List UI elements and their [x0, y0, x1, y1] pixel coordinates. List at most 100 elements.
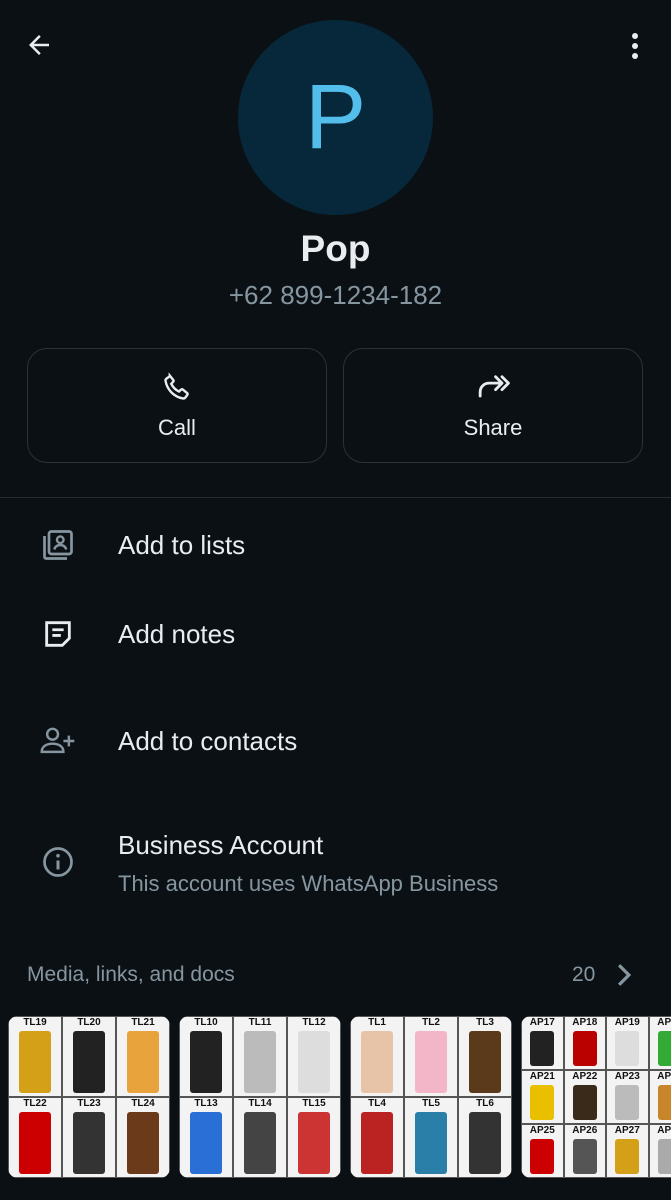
- product-image: [530, 1139, 555, 1174]
- product-code: TL20: [77, 1017, 101, 1028]
- product-cell: TL19: [8, 1016, 62, 1097]
- product-code: AP20: [657, 1017, 671, 1028]
- product-code: AP25: [529, 1125, 555, 1136]
- product-code: TL22: [23, 1098, 47, 1109]
- product-code: TL23: [77, 1098, 101, 1109]
- product-code: TL10: [194, 1017, 218, 1028]
- info-icon: [38, 842, 78, 882]
- lists-icon: [38, 525, 78, 565]
- product-cell: AP18: [563, 1016, 606, 1070]
- product-image: [469, 1112, 501, 1174]
- product-cell: AP22: [563, 1070, 606, 1124]
- avatar-initial: P: [304, 66, 367, 168]
- share-label: Share: [463, 414, 523, 440]
- product-image: [415, 1031, 447, 1093]
- avatar[interactable]: P: [238, 20, 433, 215]
- product-image: [657, 1139, 671, 1174]
- add-to-lists-row[interactable]: Add to lists: [0, 515, 671, 575]
- product-image: [415, 1112, 447, 1174]
- product-image: [298, 1112, 330, 1174]
- product-code: TL5: [422, 1098, 440, 1109]
- product-cell: TL21: [116, 1016, 170, 1097]
- add-to-lists-label: Add to lists: [118, 529, 246, 560]
- phone-icon: [164, 371, 189, 400]
- product-image: [190, 1112, 222, 1174]
- divider: [0, 497, 671, 498]
- product-code: TL4: [368, 1098, 386, 1109]
- media-section-title[interactable]: Media, links, and docs: [27, 963, 235, 987]
- product-image: [572, 1031, 597, 1066]
- product-cell: AP17: [521, 1016, 564, 1070]
- product-cell: TL3: [458, 1016, 512, 1097]
- media-thumbnail-3[interactable]: TL1 TL2 TL3 TL4 TL5 TL6: [350, 1016, 512, 1178]
- product-cell: TL20: [62, 1016, 116, 1097]
- product-code: TL24: [131, 1098, 155, 1109]
- product-code: TL6: [476, 1098, 494, 1109]
- add-to-contacts-row[interactable]: Add to contacts: [0, 711, 671, 771]
- contact-phone: +62 899-1234-182: [228, 280, 443, 310]
- business-account-sublabel: This account uses WhatsApp Business: [118, 871, 499, 896]
- product-code: AP28: [657, 1125, 671, 1136]
- product-cell: TL4: [350, 1097, 404, 1178]
- product-cell: TL14: [233, 1097, 287, 1178]
- add-to-contacts-label: Add to contacts: [118, 725, 298, 756]
- product-image: [615, 1031, 640, 1066]
- business-account-label: Business Account: [118, 830, 324, 860]
- product-code: TL3: [476, 1017, 494, 1028]
- product-image: [73, 1112, 105, 1174]
- product-code: AP23: [614, 1071, 640, 1082]
- product-cell: TL10: [179, 1016, 233, 1097]
- product-cell: TL13: [179, 1097, 233, 1178]
- product-code: AP22: [572, 1071, 598, 1082]
- product-cell: TL5: [404, 1097, 458, 1178]
- product-code: TL2: [422, 1017, 440, 1028]
- product-cell: TL22: [8, 1097, 62, 1178]
- product-cell: AP27: [606, 1124, 649, 1178]
- media-count[interactable]: 20: [572, 963, 595, 987]
- product-image: [469, 1031, 501, 1093]
- product-image: [190, 1031, 222, 1093]
- media-thumbnail-2[interactable]: TL10 TL11 TL12 TL13 TL14 TL15: [179, 1016, 341, 1178]
- call-label: Call: [158, 414, 196, 440]
- product-cell: TL1: [350, 1016, 404, 1097]
- more-options-button[interactable]: [618, 28, 652, 64]
- product-image: [19, 1112, 51, 1174]
- call-button[interactable]: Call: [27, 348, 327, 463]
- product-code: AP19: [614, 1017, 640, 1028]
- product-cell: TL12: [287, 1016, 341, 1097]
- product-image: [615, 1139, 640, 1174]
- product-cell: AP23: [606, 1070, 649, 1124]
- business-account-row[interactable]: Business Account This account uses Whats…: [0, 822, 671, 902]
- product-image: [127, 1112, 159, 1174]
- product-code: TL12: [302, 1017, 326, 1028]
- share-arrow-icon: [478, 374, 510, 397]
- product-cell: TL6: [458, 1097, 512, 1178]
- product-image: [615, 1085, 640, 1120]
- product-code: AP26: [572, 1125, 598, 1136]
- share-button[interactable]: Share: [343, 348, 643, 463]
- back-button[interactable]: [22, 28, 56, 62]
- product-code: TL15: [302, 1098, 326, 1109]
- media-thumbnail-4[interactable]: AP17 AP18 AP19 AP20 AP21 AP22 AP23 AP24 AP25 AP26…: [521, 1016, 671, 1178]
- notes-icon: [38, 614, 78, 654]
- add-notes-row[interactable]: Add notes: [0, 604, 671, 664]
- chevron-right-icon[interactable]: [614, 962, 634, 993]
- product-image: [657, 1031, 671, 1066]
- product-image: [244, 1112, 276, 1174]
- more-vert-icon: [632, 33, 638, 59]
- product-image: [73, 1031, 105, 1093]
- media-thumbnail-1[interactable]: TL19 TL20 TL21 TL22 TL23 TL24: [8, 1016, 170, 1178]
- product-cell: AP21: [521, 1070, 564, 1124]
- product-cell: TL2: [404, 1016, 458, 1097]
- contact-name: Pop: [300, 228, 371, 269]
- product-cell: AP24: [648, 1070, 671, 1124]
- product-image: [127, 1031, 159, 1093]
- product-image: [19, 1031, 51, 1093]
- product-cell: TL11: [233, 1016, 287, 1097]
- add-notes-label: Add notes: [118, 618, 236, 649]
- product-image: [530, 1031, 555, 1066]
- product-cell: AP19: [606, 1016, 649, 1070]
- product-cell: AP20: [648, 1016, 671, 1070]
- product-code: AP27: [614, 1125, 640, 1136]
- product-image: [657, 1085, 671, 1120]
